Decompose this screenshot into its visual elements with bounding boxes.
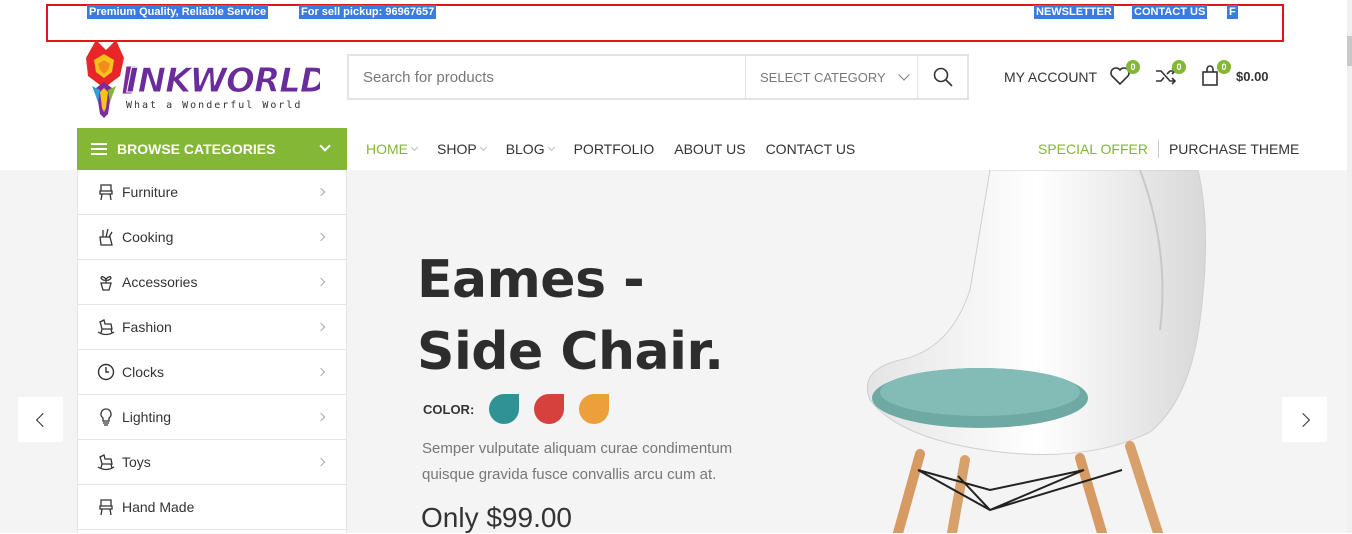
browse-categories-toggle[interactable]: BROWSE CATEGORIES [77, 128, 347, 170]
category-item-toys[interactable]: Toys [78, 440, 346, 485]
category-select-label: SELECT CATEGORY [760, 69, 886, 85]
category-item-fashion[interactable]: Fashion [78, 305, 346, 350]
chevron-right-icon [316, 232, 326, 242]
category-label: Clocks [122, 364, 165, 380]
color-label: COLOR: [423, 401, 475, 417]
color-swatch-orange[interactable] [579, 394, 610, 424]
compare-count-badge: 0 [1172, 60, 1186, 74]
slider-next-button[interactable] [1282, 397, 1327, 442]
nav-portfolio[interactable]: PORTFOLIO [574, 141, 655, 157]
category-item-hand-made[interactable]: Hand Made [78, 485, 346, 530]
logo-tagline: What a Wonderful World [126, 100, 303, 111]
category-label: Fashion [122, 319, 172, 335]
cart-button[interactable]: 0 [1199, 60, 1231, 88]
wishlist-button[interactable]: 0 [1108, 60, 1140, 88]
nav-home[interactable]: HOME [366, 141, 419, 157]
main-navigation: HOME SHOP BLOG PORTFOLIO ABOUT US CONTAC… [366, 128, 875, 170]
dropdown-arrow-icon [547, 143, 555, 152]
chevron-right-icon [316, 187, 326, 197]
dropdown-arrow-icon [410, 143, 419, 152]
scrollbar-thumb[interactable] [1347, 36, 1352, 66]
page-scrollbar[interactable] [1347, 0, 1352, 533]
color-swatch-red[interactable] [534, 394, 565, 424]
purchase-theme-link[interactable]: PURCHASE THEME [1159, 141, 1299, 157]
category-label: Lighting [122, 409, 172, 425]
chevron-right-icon [316, 277, 326, 287]
nav-contact[interactable]: CONTACT US [766, 141, 856, 157]
hero-title-line-2: Side Chair. [417, 322, 724, 382]
search-input[interactable] [349, 56, 745, 98]
hero-title-line-1: Eames - [417, 250, 645, 310]
chevron-right-icon [316, 457, 326, 467]
nav-about[interactable]: ABOUT US [674, 141, 745, 157]
topbar-pickup-phone: For sell pickup: 96967657 [299, 5, 437, 19]
topbar-social-link[interactable]: F [1227, 5, 1238, 19]
chair-image [866, 170, 1207, 533]
category-item-accessories[interactable]: Accessories [78, 260, 346, 305]
cart-total[interactable]: $0.00 [1236, 69, 1269, 84]
nav-shop[interactable]: SHOP [437, 141, 487, 157]
rocking-horse-icon [96, 452, 116, 472]
color-options: COLOR: [423, 394, 610, 424]
special-offer-link[interactable]: SPECIAL OFFER [1038, 140, 1159, 158]
search-button[interactable] [917, 56, 967, 98]
secondary-navigation: SPECIAL OFFER PURCHASE THEME [1038, 128, 1299, 170]
category-item-furniture[interactable]: Furniture [78, 170, 346, 215]
brand-wordmark: INKWORLD [126, 61, 320, 101]
lightbulb-icon [96, 407, 116, 427]
chair-icon [96, 182, 116, 202]
category-label: Hand Made [122, 499, 195, 515]
wishlist-count-badge: 0 [1126, 60, 1140, 74]
category-item-lighting[interactable]: Lighting [78, 395, 346, 440]
site-logo[interactable]: INKWORLD What a Wonderful World [80, 36, 329, 122]
category-label: Furniture [122, 184, 179, 200]
nav-blog[interactable]: BLOG [505, 141, 555, 157]
chevron-right-icon [316, 412, 326, 422]
slider-prev-button[interactable] [18, 397, 63, 442]
category-label: Accessories [122, 274, 198, 290]
knife-block-icon [96, 227, 116, 247]
nav-shop-label: SHOP [437, 141, 477, 157]
category-label: Toys [122, 454, 151, 470]
product-search-bar: SELECT CATEGORY [347, 54, 969, 100]
hero-title: Eames - Side Chair. [417, 244, 724, 388]
plant-pot-icon [96, 272, 116, 292]
clock-icon [96, 362, 116, 382]
dropdown-arrow-icon [479, 143, 487, 152]
topbar-contact-link[interactable]: CONTACT US [1132, 5, 1208, 19]
browse-categories-label: BROWSE CATEGORIES [117, 141, 276, 157]
topbar-tagline: Premium Quality, Reliable Service [87, 5, 269, 19]
chevron-left-icon [35, 412, 50, 427]
category-select[interactable]: SELECT CATEGORY [745, 56, 917, 98]
cart-count-badge: 0 [1217, 60, 1231, 74]
color-swatch-teal[interactable] [489, 394, 520, 424]
category-menu: Furniture Cooking Accessories Fashion Cl… [77, 170, 347, 533]
chevron-right-icon [316, 322, 326, 332]
topbar-newsletter-link[interactable]: NEWSLETTER [1034, 5, 1114, 19]
category-item-clocks[interactable]: Clocks [78, 350, 346, 395]
chevron-down-icon [898, 69, 910, 81]
category-label: Cooking [122, 229, 174, 245]
nav-blog-label: BLOG [505, 141, 545, 157]
rocking-horse-icon [96, 317, 116, 337]
chair-icon [96, 497, 116, 517]
my-account-link[interactable]: MY ACCOUNT [1004, 60, 1097, 94]
menu-icon [91, 143, 107, 155]
category-item-cooking[interactable]: Cooking [78, 215, 346, 260]
chevron-right-icon [316, 367, 326, 377]
compare-button[interactable]: 0 [1154, 60, 1186, 88]
search-icon [933, 67, 953, 87]
chevron-right-icon [1295, 412, 1310, 427]
hero-description: Semper vulputate aliquam curae condiment… [422, 440, 733, 483]
nav-home-label: HOME [366, 141, 408, 157]
hero-price: Only $99.00 [421, 502, 572, 533]
chevron-down-icon [319, 140, 331, 152]
